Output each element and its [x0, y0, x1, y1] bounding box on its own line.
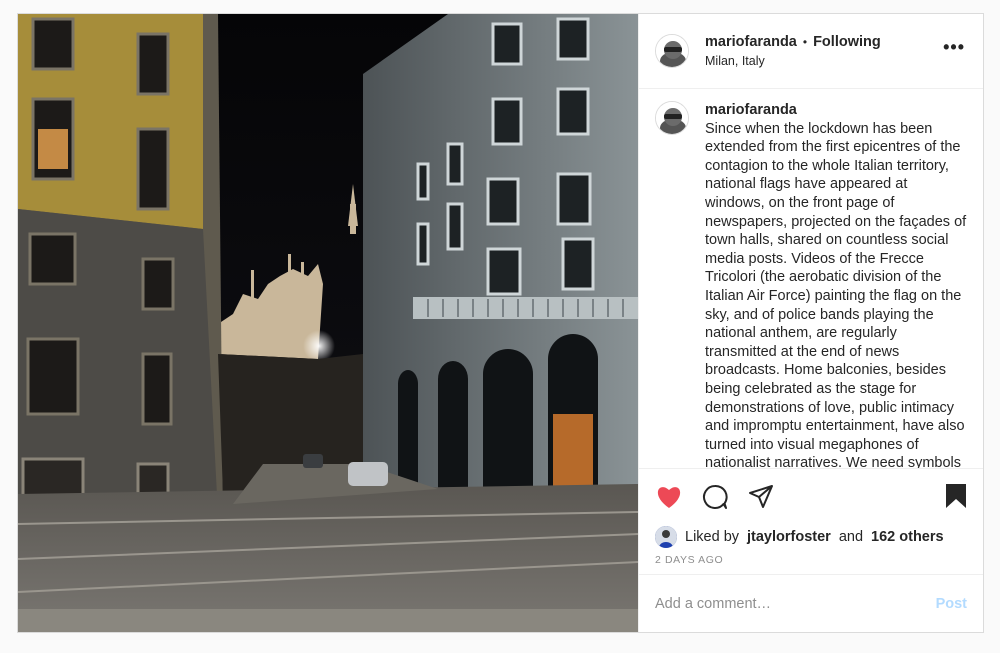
ellipsis-icon[interactable]: ••• [943, 38, 965, 56]
comments-section: mariofaranda Since when the lockdown has… [639, 89, 983, 468]
post-comment-button[interactable]: Post [936, 596, 967, 612]
liker-avatar[interactable] [655, 526, 677, 548]
comment-icon[interactable] [701, 483, 729, 511]
action-bar [639, 468, 983, 524]
heart-icon[interactable] [655, 483, 683, 511]
post-photo[interactable] [18, 14, 638, 632]
liker-username[interactable]: jtaylorfoster [747, 529, 831, 545]
follow-status-button[interactable]: Following [813, 34, 881, 50]
post-side-panel: mariofaranda • Following Milan, Italy ••… [638, 14, 983, 632]
likes-summary: Liked by jtaylorfoster and 162 others [639, 524, 983, 550]
add-comment-input[interactable] [655, 595, 915, 612]
share-icon[interactable] [747, 483, 775, 511]
likes-prefix: Liked by [685, 529, 740, 545]
likes-others-link[interactable]: 162 others [871, 529, 944, 545]
bookmark-icon[interactable] [945, 483, 967, 514]
separator-dot: • [802, 35, 808, 49]
caption-avatar[interactable] [655, 101, 689, 135]
instagram-post: mariofaranda • Following Milan, Italy ••… [17, 13, 984, 633]
user-avatar[interactable] [655, 34, 689, 68]
likes-conjunction: and [838, 529, 864, 545]
post-caption: mariofaranda Since when the lockdown has… [705, 101, 967, 468]
post-timestamp[interactable]: 2 DAYS AGO [639, 550, 983, 574]
post-header: mariofaranda • Following Milan, Italy ••… [639, 14, 983, 89]
caption-username[interactable]: mariofaranda [705, 101, 967, 120]
post-location[interactable]: Milan, Italy [705, 54, 881, 68]
caption-text: Since when the lockdown has been extende… [705, 120, 967, 468]
add-comment-bar: Post [639, 574, 983, 632]
post-username[interactable]: mariofaranda [705, 34, 797, 50]
